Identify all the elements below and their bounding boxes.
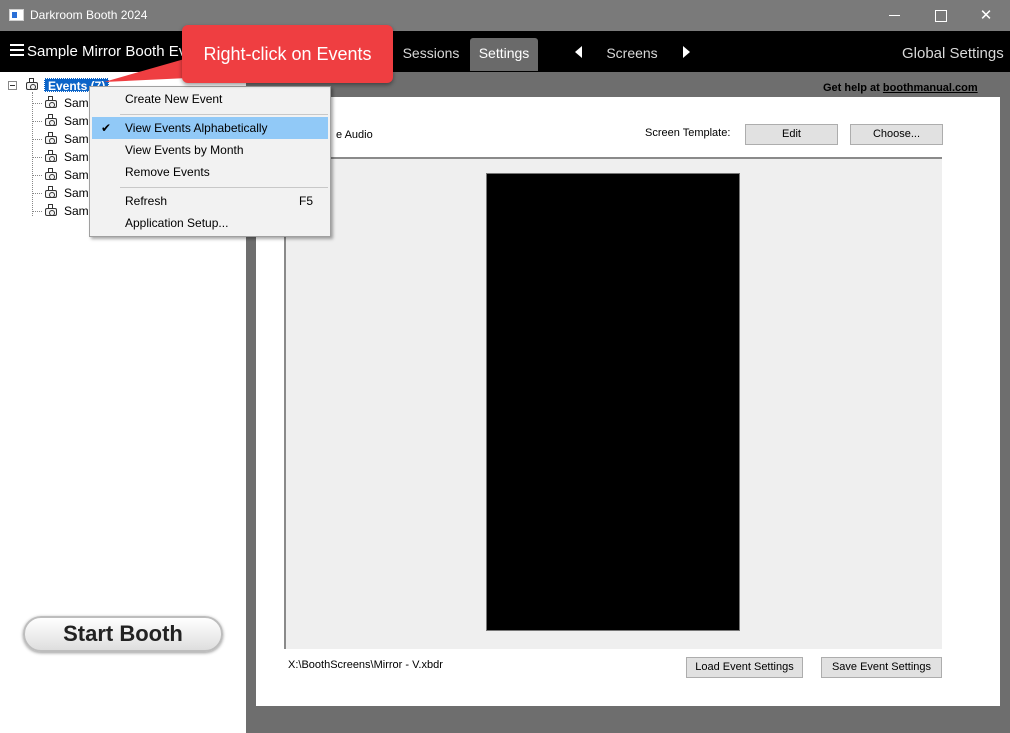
tab-settings[interactable]: Settings [470, 38, 538, 71]
choose-template-button[interactable]: Choose... [850, 124, 943, 145]
event-camera-icon [43, 132, 59, 146]
menu-separator [120, 187, 328, 188]
menu-separator [120, 114, 328, 115]
screens-next-arrow-icon[interactable] [683, 46, 690, 58]
event-camera-icon [43, 150, 59, 164]
menu-item-label: View Events by Month [125, 143, 244, 157]
app-icon [9, 9, 24, 21]
close-button[interactable]: ✕ [963, 0, 1009, 31]
screens-prev-arrow-icon[interactable] [575, 46, 582, 58]
top-nav-bar: Sample Mirror Booth Eve Sessions Setting… [0, 31, 1010, 72]
tab-screens[interactable]: Screens [600, 38, 664, 71]
minimize-button[interactable] [872, 0, 918, 31]
collapse-icon[interactable] [8, 81, 17, 90]
tab-sessions[interactable]: Sessions [398, 38, 464, 71]
menu-item-refresh[interactable]: Refresh F5 [92, 190, 328, 212]
audio-label: e Audio [336, 129, 373, 141]
checkmark-icon: ✔ [101, 121, 112, 135]
hamburger-icon[interactable] [10, 44, 24, 56]
instruction-callout: Right-click on Events [182, 25, 393, 83]
event-camera-icon [24, 78, 40, 92]
maximize-button[interactable] [917, 0, 963, 31]
menu-item-label: Application Setup... [125, 216, 229, 230]
menu-item-label: Create New Event [125, 92, 223, 106]
menu-item-label: Refresh [125, 194, 168, 208]
event-camera-icon [43, 114, 59, 128]
title-bar: Darkroom Booth 2024 ✕ [0, 0, 1010, 31]
menu-item-view-alphabetically[interactable]: ✔ View Events Alphabetically [92, 117, 328, 139]
edit-template-button[interactable]: Edit [745, 124, 838, 145]
menu-item-label: View Events Alphabetically [125, 121, 268, 135]
start-booth-button[interactable]: Start Booth [23, 616, 223, 652]
event-camera-icon [43, 96, 59, 110]
global-settings-link[interactable]: Global Settings [902, 45, 1004, 62]
menu-item-shortcut: F5 [299, 194, 314, 208]
save-event-settings-button[interactable]: Save Event Settings [821, 657, 942, 678]
menu-item-label: Remove Events [125, 165, 210, 179]
event-camera-icon [43, 186, 59, 200]
events-context-menu: Create New Event ✔ View Events Alphabeti… [89, 86, 331, 237]
menu-item-create-new-event[interactable]: Create New Event [92, 88, 328, 110]
window-title: Darkroom Booth 2024 [30, 8, 148, 22]
menu-item-view-by-month[interactable]: View Events by Month [92, 139, 328, 161]
tree-connector [32, 92, 33, 216]
screen-template-label: Screen Template: [645, 127, 731, 139]
event-camera-icon [43, 204, 59, 218]
help-prefix: Get help at [823, 82, 883, 94]
help-text: Get help at boothmanual.com [823, 82, 978, 94]
load-event-settings-button[interactable]: Load Event Settings [686, 657, 803, 678]
menu-item-remove-events[interactable]: Remove Events [92, 161, 328, 183]
menu-item-application-setup[interactable]: Application Setup... [92, 212, 328, 234]
event-camera-icon [43, 168, 59, 182]
current-event-name[interactable]: Sample Mirror Booth Eve [27, 43, 187, 60]
template-file-path: X:\BoothScreens\Mirror - V.xbdr [288, 659, 443, 671]
screen-preview [486, 173, 740, 631]
help-link[interactable]: boothmanual.com [883, 82, 978, 94]
